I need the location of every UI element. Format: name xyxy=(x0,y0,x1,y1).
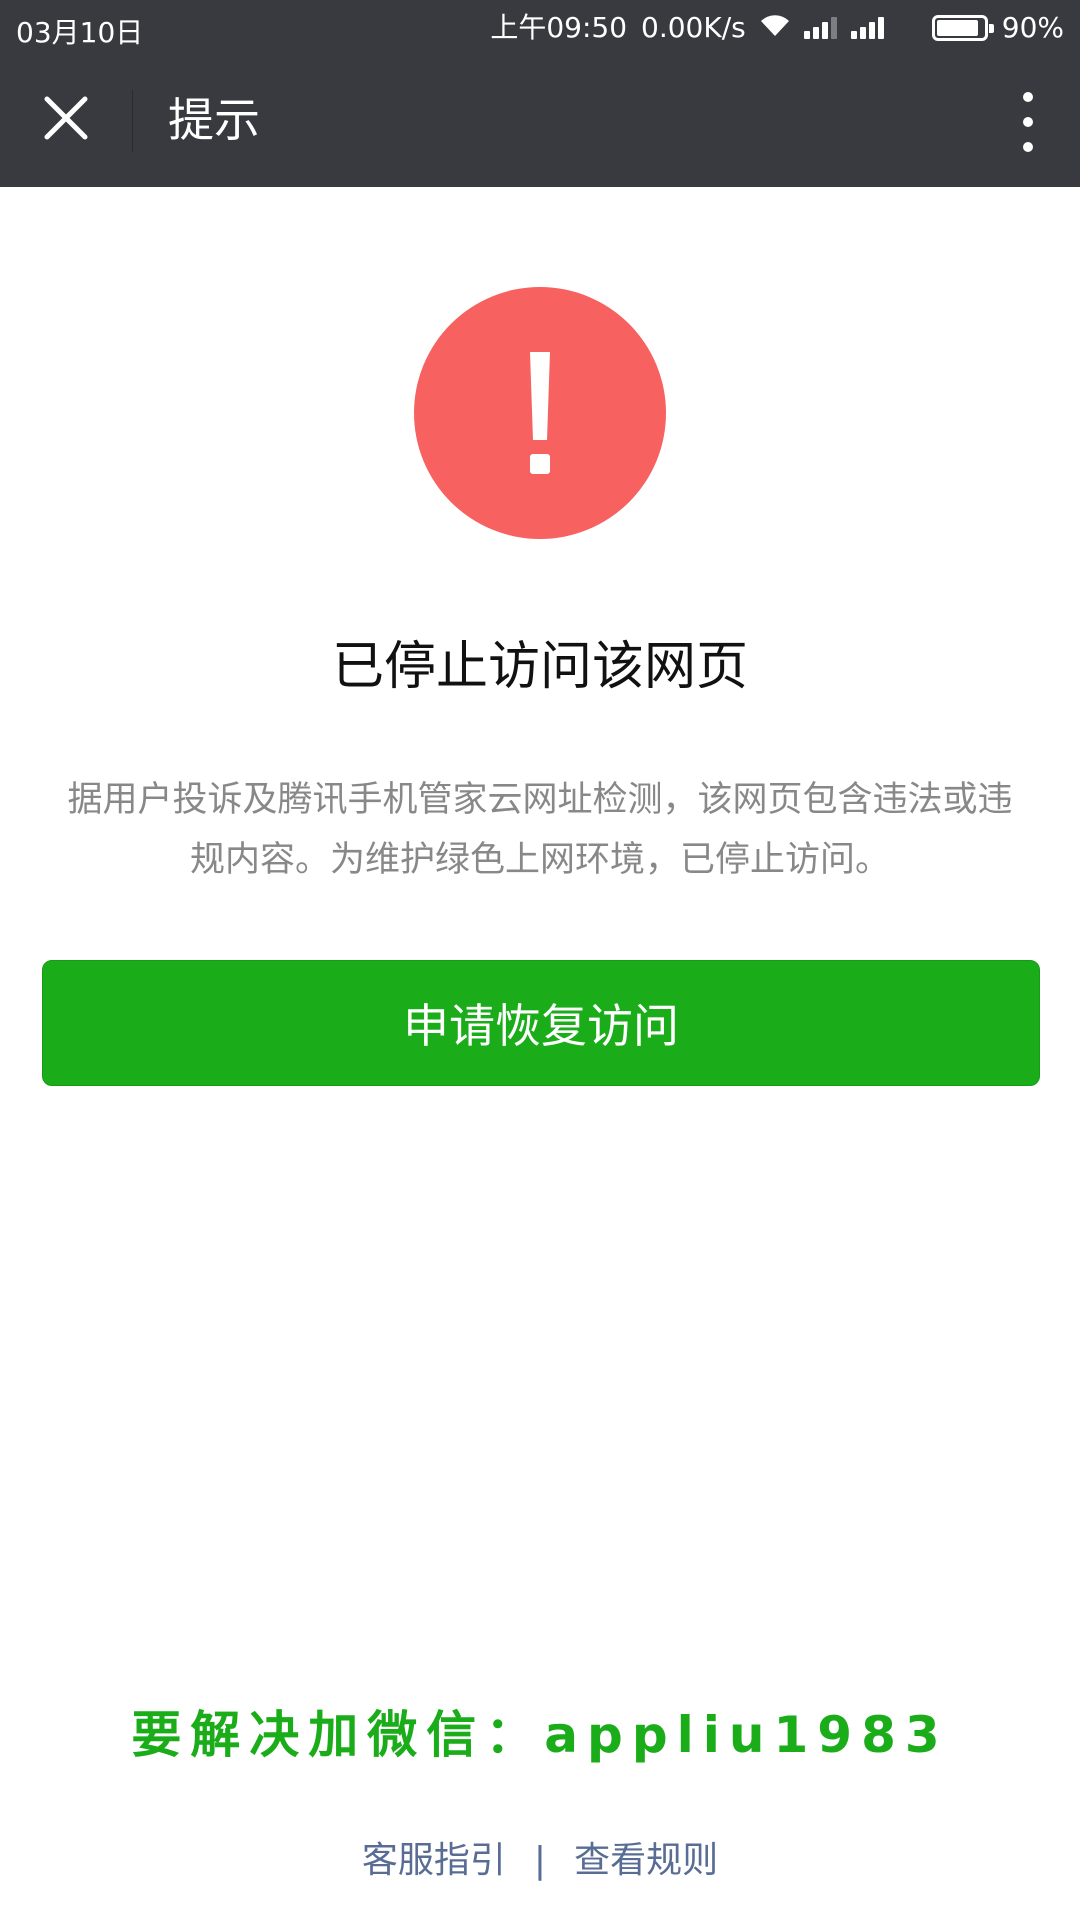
nav-divider xyxy=(132,90,133,152)
close-icon xyxy=(44,96,88,140)
restore-access-button[interactable]: 申请恢复访问 xyxy=(42,960,1040,1086)
wifi-icon xyxy=(760,12,790,45)
warning-title: 已停止访问该网页 xyxy=(331,637,748,697)
close-button[interactable] xyxy=(34,86,98,150)
more-vertical-icon xyxy=(1023,92,1033,102)
battery-percent: 90% xyxy=(1001,11,1064,44)
view-rules-link[interactable]: 查看规则 xyxy=(574,1836,718,1886)
signal-icon xyxy=(803,17,837,39)
status-date: 03月10日 xyxy=(16,16,144,49)
footer-separator: | xyxy=(533,1840,547,1881)
signal-icon xyxy=(850,17,884,39)
network-speed: 0.00K/s xyxy=(641,11,746,44)
footer-links: 客服指引 | 查看规则 xyxy=(0,1836,1080,1886)
page-title: 提示 xyxy=(168,93,260,147)
battery-icon xyxy=(931,15,994,41)
customer-service-link[interactable]: 客服指引 xyxy=(362,1836,506,1886)
more-button[interactable] xyxy=(1016,92,1040,152)
warning-description: 据用户投诉及腾讯手机管家云网址检测，该网页包含违法或违规内容。为维护绿色上网环境… xyxy=(67,780,1013,880)
promo-text: 要解决加微信：appliu1983 xyxy=(131,1706,949,1764)
status-right: 上午09:50 0.00K/s 90% xyxy=(490,8,1064,48)
exclamation-icon xyxy=(530,352,550,474)
warning-circle xyxy=(414,287,666,539)
nav-bar: 提示 xyxy=(0,54,1080,187)
status-bar: 03月10日 上午09:50 0.00K/s 90% xyxy=(0,0,1080,54)
status-time: 上午09:50 xyxy=(490,11,628,44)
